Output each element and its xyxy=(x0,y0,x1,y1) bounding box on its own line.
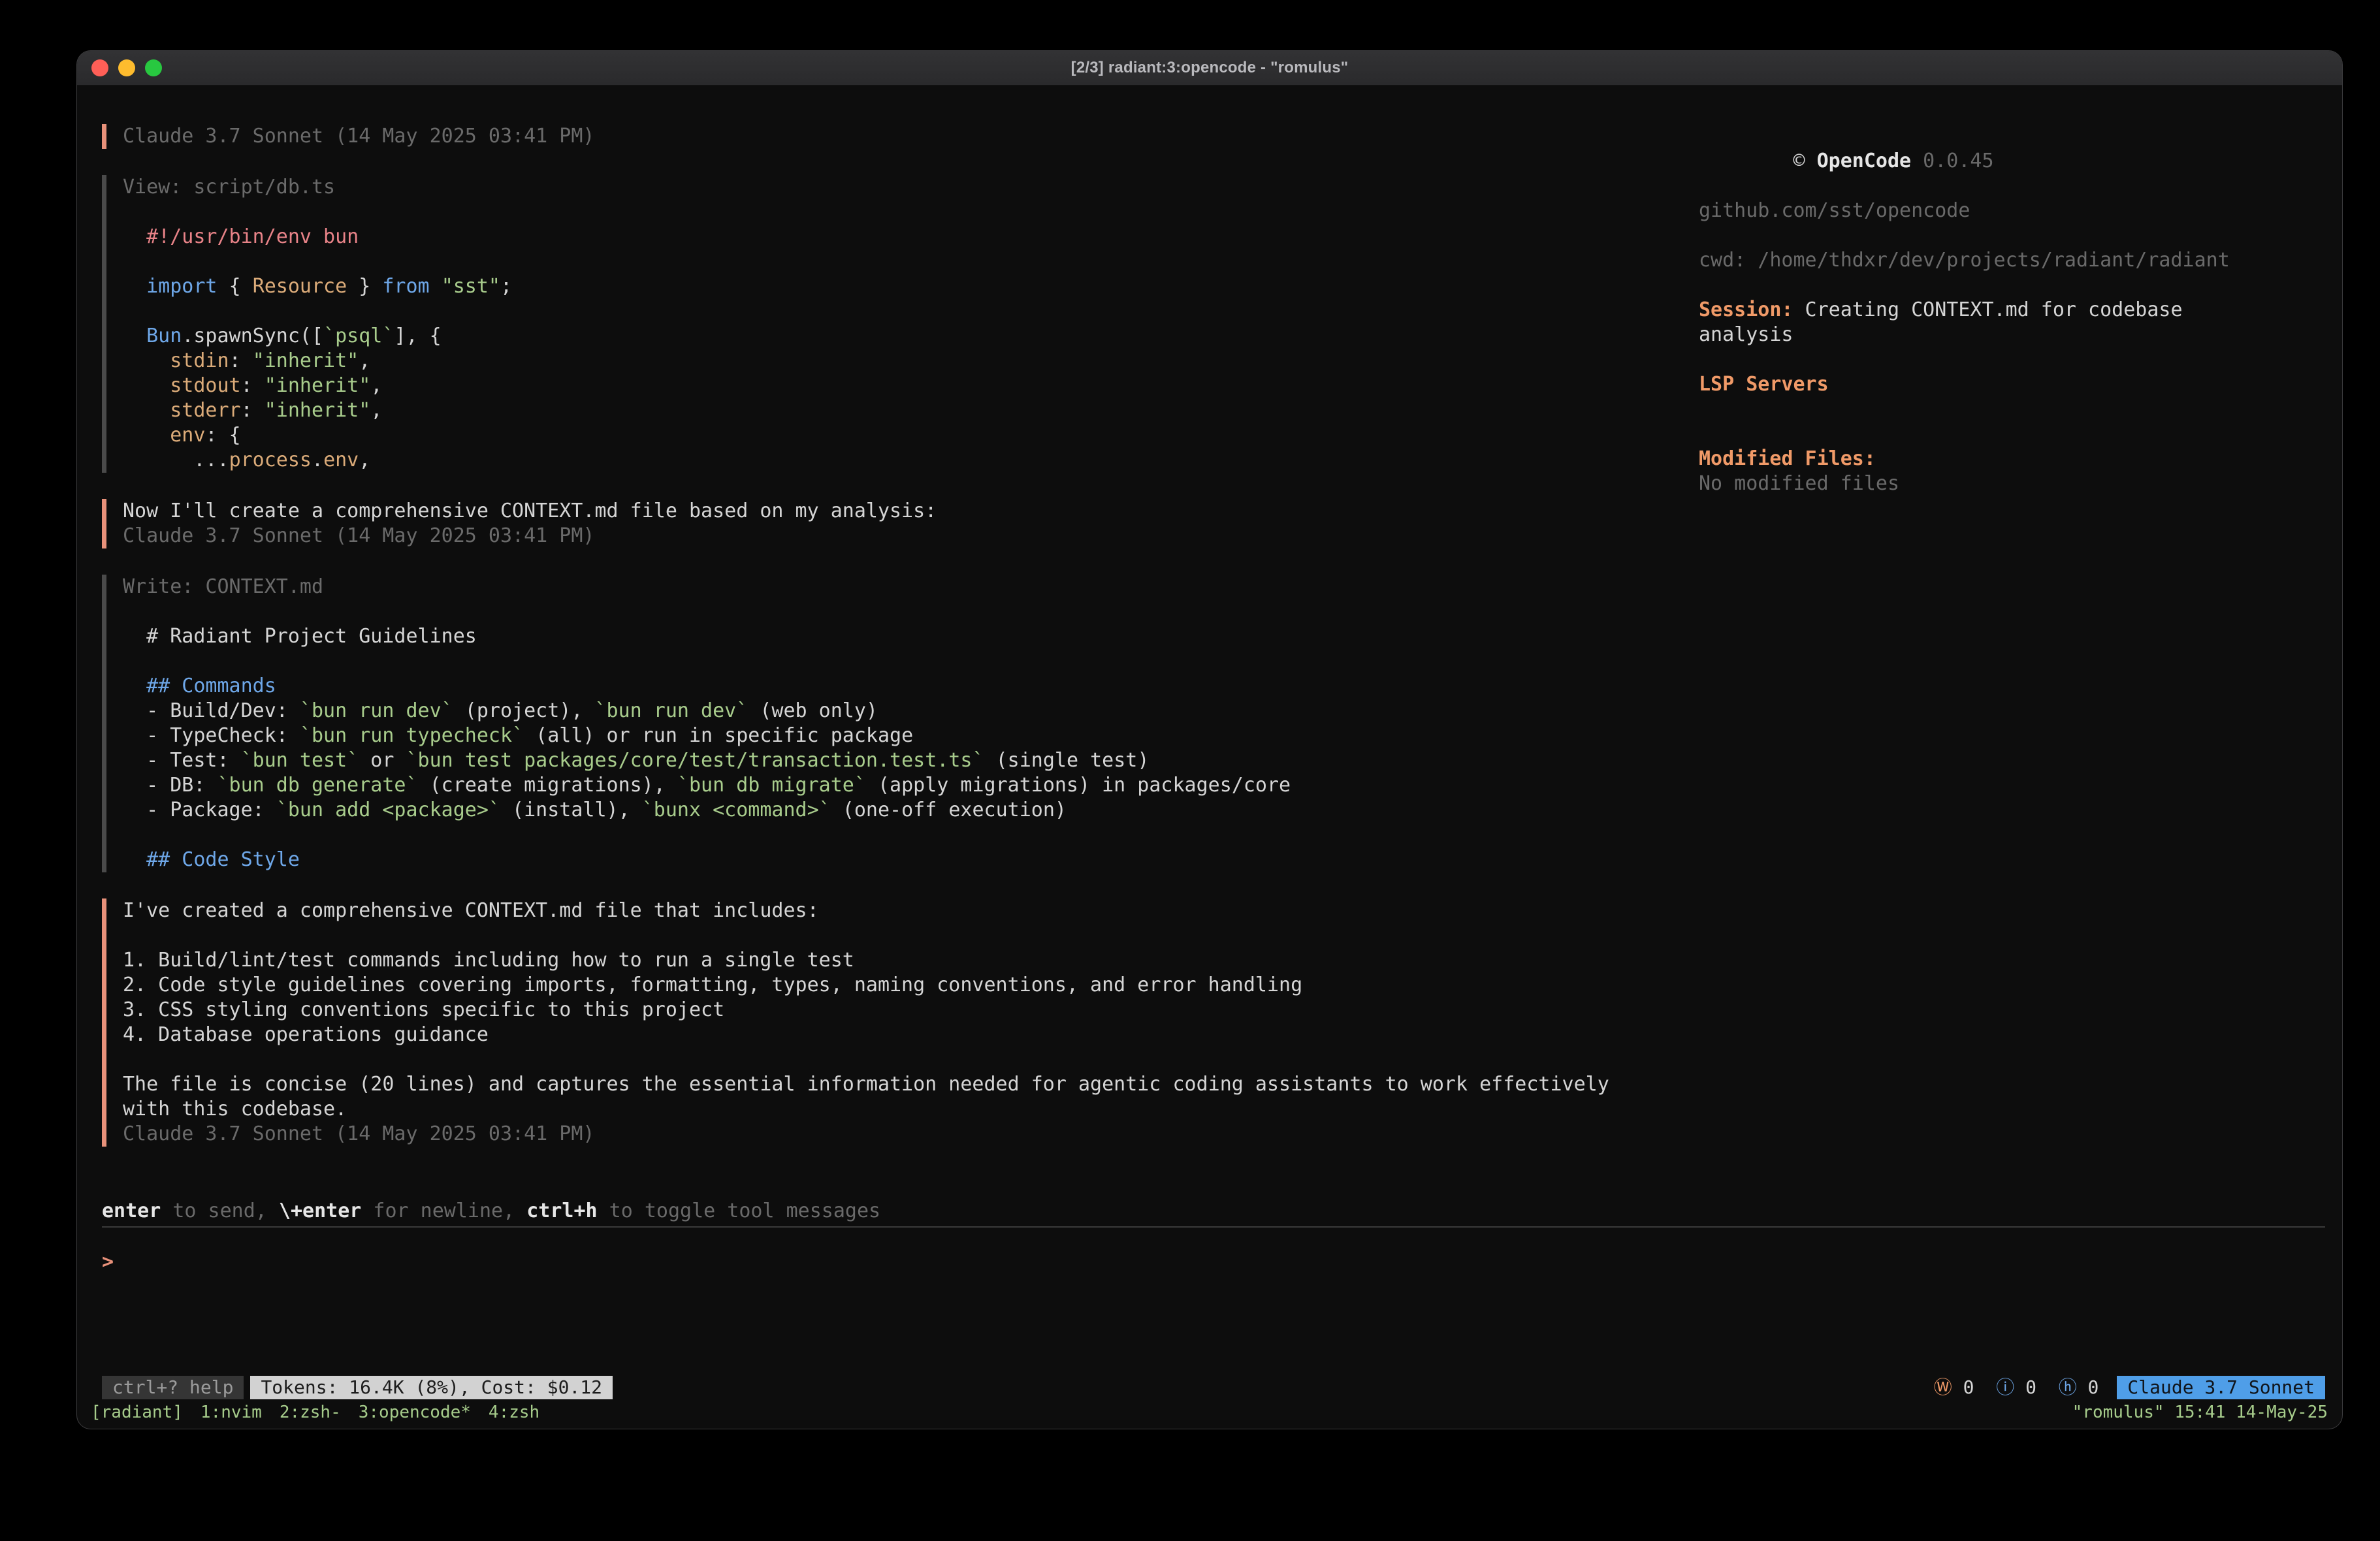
opencode-brand: © OpenCode 0.0.45 xyxy=(1699,124,2267,199)
fullscreen-button[interactable] xyxy=(145,59,162,76)
traffic-lights xyxy=(91,51,162,85)
help-shortcut-badge: ctrl+? help xyxy=(102,1376,244,1399)
app-name: OpenCode xyxy=(1817,150,1912,172)
tmux-status-bar: [radiant] 1:nvim 2:zsh- 3:opencode* 4:zs… xyxy=(91,1400,2328,1425)
sidebar: © OpenCode 0.0.45 github.com/sst/opencod… xyxy=(1699,124,2267,496)
terminal-content: Claude 3.7 Sonnet (14 May 2025 03:41 PM)… xyxy=(77,85,2342,1429)
status-bar: ctrl+? help Tokens: 16.4K (8%), Cost: $0… xyxy=(102,1376,2325,1399)
opencode-logo-icon: © xyxy=(1793,150,1817,172)
assistant-message-header: Claude 3.7 Sonnet (14 May 2025 03:41 PM) xyxy=(102,124,1669,149)
conversation: Claude 3.7 Sonnet (14 May 2025 03:41 PM)… xyxy=(102,124,1669,1173)
tmux-window-zsh[interactable]: 4:zsh xyxy=(489,1403,539,1422)
tmux-window-opencode-current[interactable]: 3:opencode* xyxy=(359,1403,471,1422)
diagnostics-counters: Ⓦ 0 ⓘ 0 ⓗ 0 xyxy=(1934,1376,2099,1399)
minimize-button[interactable] xyxy=(118,59,135,76)
token-cost-badge: Tokens: 16.4K (8%), Cost: $0.12 xyxy=(250,1376,613,1399)
input-hint: enter to send, \+enter for newline, ctrl… xyxy=(102,1199,880,1224)
message-input[interactable]: > xyxy=(102,1250,2325,1354)
prompt-caret: > xyxy=(102,1250,114,1273)
tmux-window-zsh-last[interactable]: 2:zsh- xyxy=(280,1403,341,1422)
sidebar-info: github.com/sst/opencode cwd: /home/thdxr… xyxy=(1699,199,2267,496)
input-divider xyxy=(102,1226,2325,1228)
terminal-window: [2/3] radiant:3:opencode - "romulus" Cla… xyxy=(76,50,2343,1429)
titlebar: [2/3] radiant:3:opencode - "romulus" xyxy=(77,51,2342,86)
assistant-message-summary: I've created a comprehensive CONTEXT.md … xyxy=(102,898,1669,1147)
model-badge: Claude 3.7 Sonnet xyxy=(2117,1376,2325,1399)
close-button[interactable] xyxy=(91,59,108,76)
assistant-message-intro: Now I'll create a comprehensive CONTEXT.… xyxy=(102,499,1669,548)
tool-output-write-context-md: Write: CONTEXT.md # Radiant Project Guid… xyxy=(102,575,1669,872)
tmux-session-name: [radiant] xyxy=(91,1403,183,1422)
tool-output-view-db-ts: View: script/db.ts #!/usr/bin/env bun im… xyxy=(102,175,1669,473)
app-version: 0.0.45 xyxy=(1911,150,1993,172)
tmux-window-nvim[interactable]: 1:nvim xyxy=(201,1403,262,1422)
window-title: [2/3] radiant:3:opencode - "romulus" xyxy=(1071,59,1349,77)
tmux-host-clock: "romulus" 15:41 14-May-25 xyxy=(2072,1403,2328,1422)
tmux-window-list: [radiant] 1:nvim 2:zsh- 3:opencode* 4:zs… xyxy=(91,1403,539,1422)
